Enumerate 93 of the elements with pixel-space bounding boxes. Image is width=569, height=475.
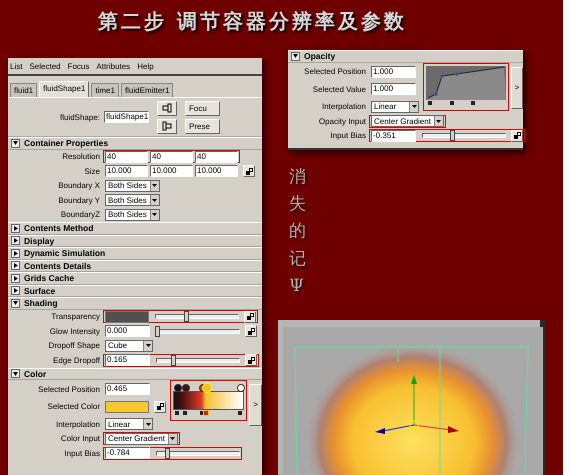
section-header[interactable]: Surface xyxy=(8,284,262,297)
color-gradient[interactable] xyxy=(173,391,244,410)
field-label: Dropoff Shape xyxy=(48,341,101,350)
page-title: 第二步 调节容器分辨率及参数 xyxy=(98,8,407,35)
input-field[interactable]: 0.000 xyxy=(105,325,150,338)
button[interactable]: Focu xyxy=(185,100,220,116)
field-label: Boundary Y xyxy=(57,196,101,205)
field-label: Selected Position xyxy=(37,384,101,394)
ramp-marker[interactable] xyxy=(237,384,246,392)
slider-thumb[interactable] xyxy=(164,448,170,459)
field-label: Interpolation xyxy=(54,420,101,429)
input-field[interactable]: fluidShape1 xyxy=(104,111,149,123)
dropdown[interactable]: Center Gradient xyxy=(105,432,178,445)
field-label: fluidShape: xyxy=(58,112,101,122)
menu-item[interactable]: Help xyxy=(137,62,154,70)
dropdown[interactable]: Linear xyxy=(105,418,153,430)
field-label: Selected Position xyxy=(303,67,367,76)
field-label: Boundary X xyxy=(57,181,101,190)
field-label: Opacity Input xyxy=(318,116,367,126)
field-label: Glow Intensity xyxy=(48,326,101,336)
marker-handle-icon[interactable] xyxy=(204,411,208,415)
field-label: Transparency xyxy=(50,312,101,322)
map-button[interactable] xyxy=(511,130,523,142)
field-label: Selected Color xyxy=(46,402,101,412)
field-label: Input Bias xyxy=(329,131,367,140)
panel-icon xyxy=(162,121,172,131)
toolbar-button[interactable] xyxy=(157,118,177,134)
ramp-marker[interactable] xyxy=(182,384,190,392)
dropdown[interactable]: Linear xyxy=(371,100,419,113)
map-button[interactable] xyxy=(243,165,255,178)
opacity-curve-graph[interactable] xyxy=(426,66,506,100)
section-header[interactable]: Display xyxy=(8,234,262,247)
section-header[interactable]: Color xyxy=(8,368,262,380)
slider-thumb[interactable] xyxy=(450,130,455,142)
vertical-caption: 消失的记Ψ xyxy=(289,166,306,298)
input-field[interactable]: 1.000 xyxy=(371,83,416,96)
section-header[interactable]: Container Properties xyxy=(8,137,262,150)
tab[interactable]: time1 xyxy=(91,83,119,97)
map-button[interactable] xyxy=(244,310,256,323)
menu-item[interactable]: Selected xyxy=(29,62,61,70)
section-header[interactable]: Grids Cache xyxy=(8,272,262,284)
dropdown[interactable]: Center Gradient xyxy=(371,115,444,128)
dropdown[interactable]: Both Sides xyxy=(105,194,160,206)
dropdown[interactable]: Both Sides xyxy=(105,208,160,221)
input-field[interactable]: 10.000 xyxy=(105,165,148,178)
field-label: Size xyxy=(83,166,101,176)
field-label: Interpolation xyxy=(320,102,367,112)
input-field[interactable]: 40 xyxy=(195,150,238,163)
section-header[interactable]: Opacity xyxy=(288,50,523,62)
map-button[interactable] xyxy=(154,400,166,413)
input-field[interactable]: -0.784 xyxy=(105,447,150,460)
marker-handle-icon[interactable] xyxy=(175,411,179,415)
map-button[interactable] xyxy=(245,325,257,338)
dropdown[interactable]: Both Sides xyxy=(105,180,160,192)
slider-thumb[interactable] xyxy=(171,354,176,366)
expand-ramp-button[interactable]: > xyxy=(249,384,262,426)
menu-item[interactable]: Focus xyxy=(68,62,90,70)
input-field[interactable]: 0.165 xyxy=(105,354,150,366)
menu-item[interactable]: Attributes xyxy=(96,62,130,70)
menu-item[interactable]: List xyxy=(10,62,22,70)
section-header[interactable]: Dynamic Simulation xyxy=(8,247,262,260)
toolbar-button[interactable] xyxy=(157,100,177,116)
input-field[interactable]: 10.000 xyxy=(195,165,238,178)
field-label: Selected Value xyxy=(312,84,367,94)
tab[interactable]: fluid1 xyxy=(10,83,38,97)
input-field[interactable]: 40 xyxy=(105,150,148,163)
slider-thumb[interactable] xyxy=(155,326,160,337)
panel-icon xyxy=(162,103,172,113)
section-header[interactable]: Contents Details xyxy=(8,260,262,272)
section-header[interactable]: Shading xyxy=(8,297,262,310)
field-label: Input Bias xyxy=(63,448,101,458)
input-field[interactable]: -0.351 xyxy=(371,130,416,142)
input-field[interactable]: 0.465 xyxy=(105,383,150,396)
field-label: Resolution xyxy=(61,152,101,162)
color-swatch[interactable] xyxy=(105,400,149,413)
map-button[interactable] xyxy=(245,354,257,366)
slider-thumb[interactable] xyxy=(184,311,189,322)
input-field[interactable]: 1.000 xyxy=(371,66,416,78)
expand-ramp-button[interactable]: > xyxy=(511,66,523,108)
dropdown[interactable]: Cube xyxy=(105,340,153,352)
field-label: BoundaryZ xyxy=(60,210,101,220)
tab[interactable]: fluidShape1 xyxy=(39,81,90,97)
input-field[interactable]: 40 xyxy=(150,150,193,163)
button[interactable]: Prese xyxy=(185,118,220,134)
field-label: Edge Dropoff xyxy=(52,356,101,365)
marker-handle-icon[interactable] xyxy=(182,411,187,415)
ramp-marker[interactable] xyxy=(174,384,182,392)
color-swatch[interactable] xyxy=(105,310,149,323)
marker-handle-icon[interactable] xyxy=(238,411,242,415)
input-field[interactable]: 10.000 xyxy=(150,165,193,178)
tab[interactable]: fluidEmitter1 xyxy=(120,83,174,97)
field-label: Color Input xyxy=(60,434,101,444)
section-header[interactable]: Contents Method xyxy=(8,222,262,234)
